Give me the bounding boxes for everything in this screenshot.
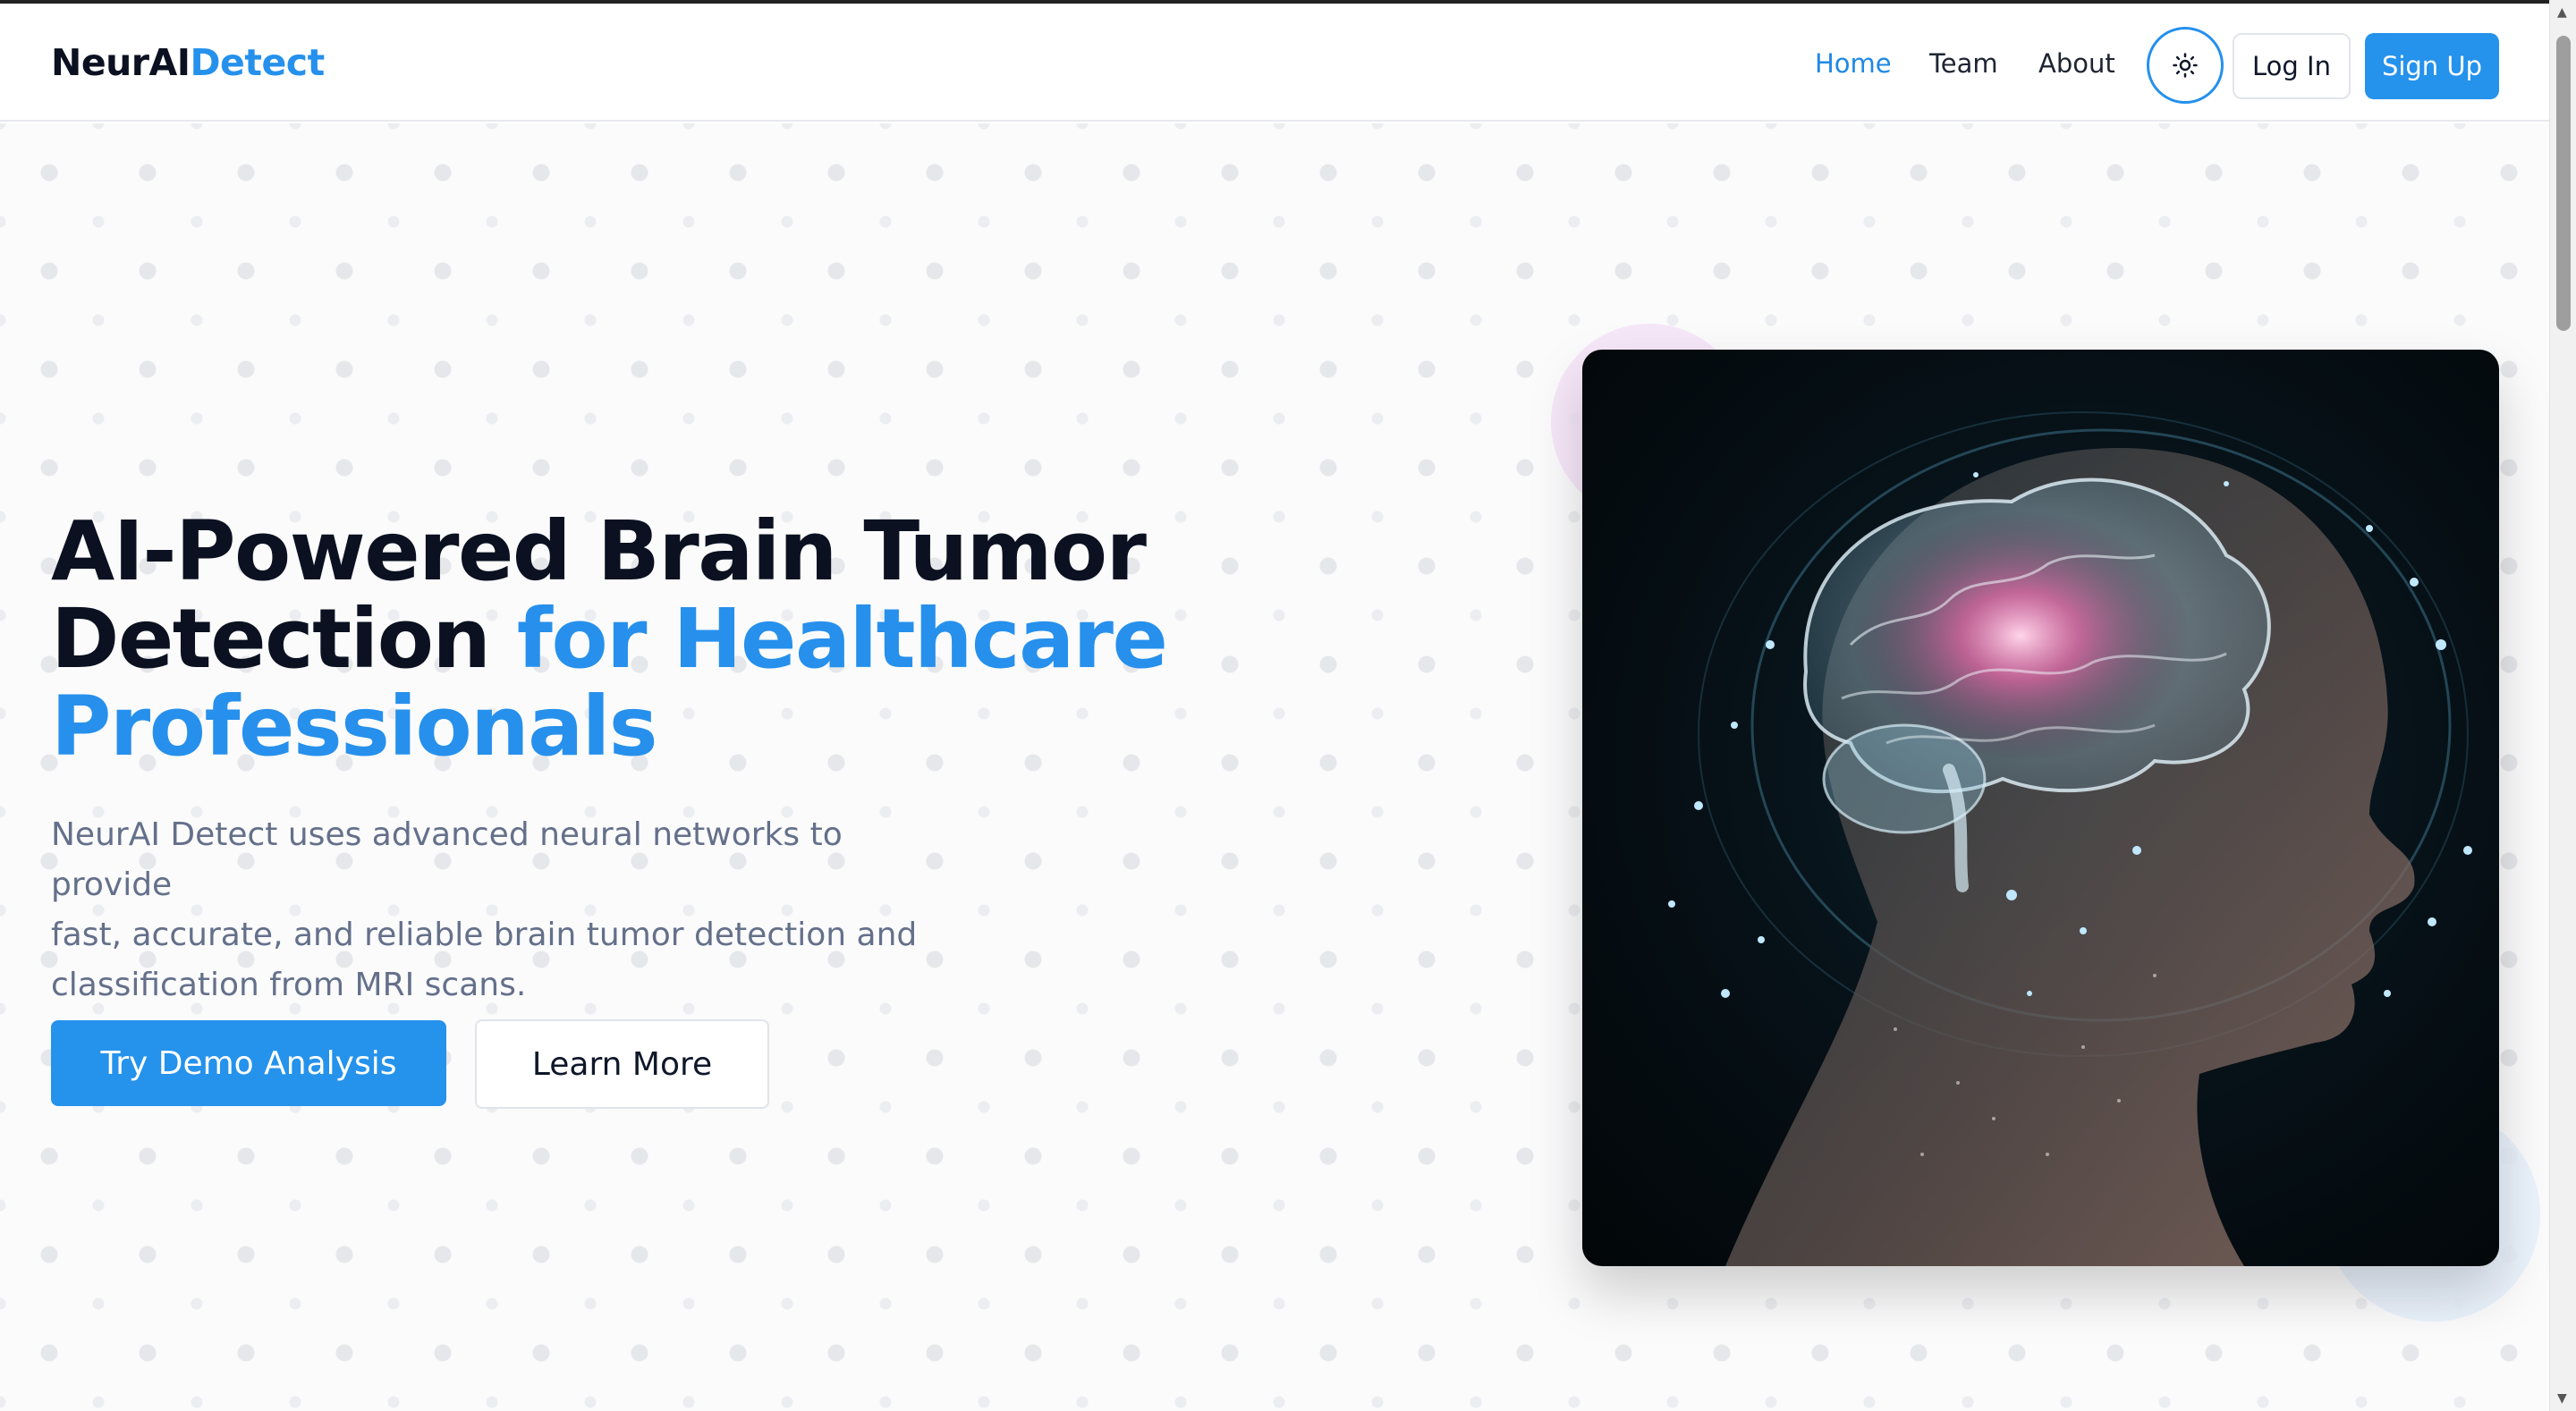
hero-description: NeurAI Detect uses advanced neural netwo… xyxy=(51,810,972,1010)
nav-team[interactable]: Team xyxy=(1929,48,1998,79)
brain-head-image xyxy=(1582,350,2499,1266)
headline-line-2-blue: for Healthcare xyxy=(516,591,1168,687)
brand-logo[interactable]: NeurAIDetect xyxy=(51,41,325,84)
theme-toggle-button[interactable] xyxy=(2147,27,2224,104)
scroll-up-arrow-icon[interactable]: ▲ xyxy=(2557,5,2567,20)
scrollbar-thumb[interactable] xyxy=(2556,36,2571,331)
try-demo-button[interactable]: Try Demo Analysis xyxy=(51,1020,446,1106)
description-line: fast, accurate, and reliable brain tumor… xyxy=(51,917,918,953)
signup-button[interactable]: Sign Up xyxy=(2365,33,2499,99)
headline-line-1: AI-Powered Brain Tumor xyxy=(51,503,1147,599)
nav-about[interactable]: About xyxy=(2038,48,2115,79)
hero-headline: AI-Powered Brain Tumor Detection for Hea… xyxy=(51,508,1303,771)
login-button[interactable]: Log In xyxy=(2233,33,2351,99)
scroll-down-arrow-icon[interactable]: ▼ xyxy=(2557,1391,2567,1406)
brain-head-illustration xyxy=(1668,411,2472,1266)
learn-more-button[interactable]: Learn More xyxy=(475,1019,769,1109)
site-header: NeurAIDetect Home Team About Log In Sign… xyxy=(0,7,2549,122)
page-scrollbar[interactable]: ▲ ▼ xyxy=(2549,0,2576,1411)
nav-home[interactable]: Home xyxy=(1815,48,1892,79)
sun-icon xyxy=(2173,53,2198,78)
headline-line-2-dark: Detection xyxy=(51,591,517,687)
logo-main-text: NeurAI xyxy=(51,41,191,84)
browser-viewport: NeurAIDetect Home Team About Log In Sign… xyxy=(0,0,2549,1411)
hero-section: AI-Powered Brain Tumor Detection for Hea… xyxy=(0,123,2549,1411)
logo-accent-text: Detect xyxy=(190,41,326,84)
headline-line-3-blue: Professionals xyxy=(51,679,658,774)
description-line: NeurAI Detect uses advanced neural netwo… xyxy=(51,816,843,903)
description-line: classification from MRI scans. xyxy=(51,967,527,1003)
